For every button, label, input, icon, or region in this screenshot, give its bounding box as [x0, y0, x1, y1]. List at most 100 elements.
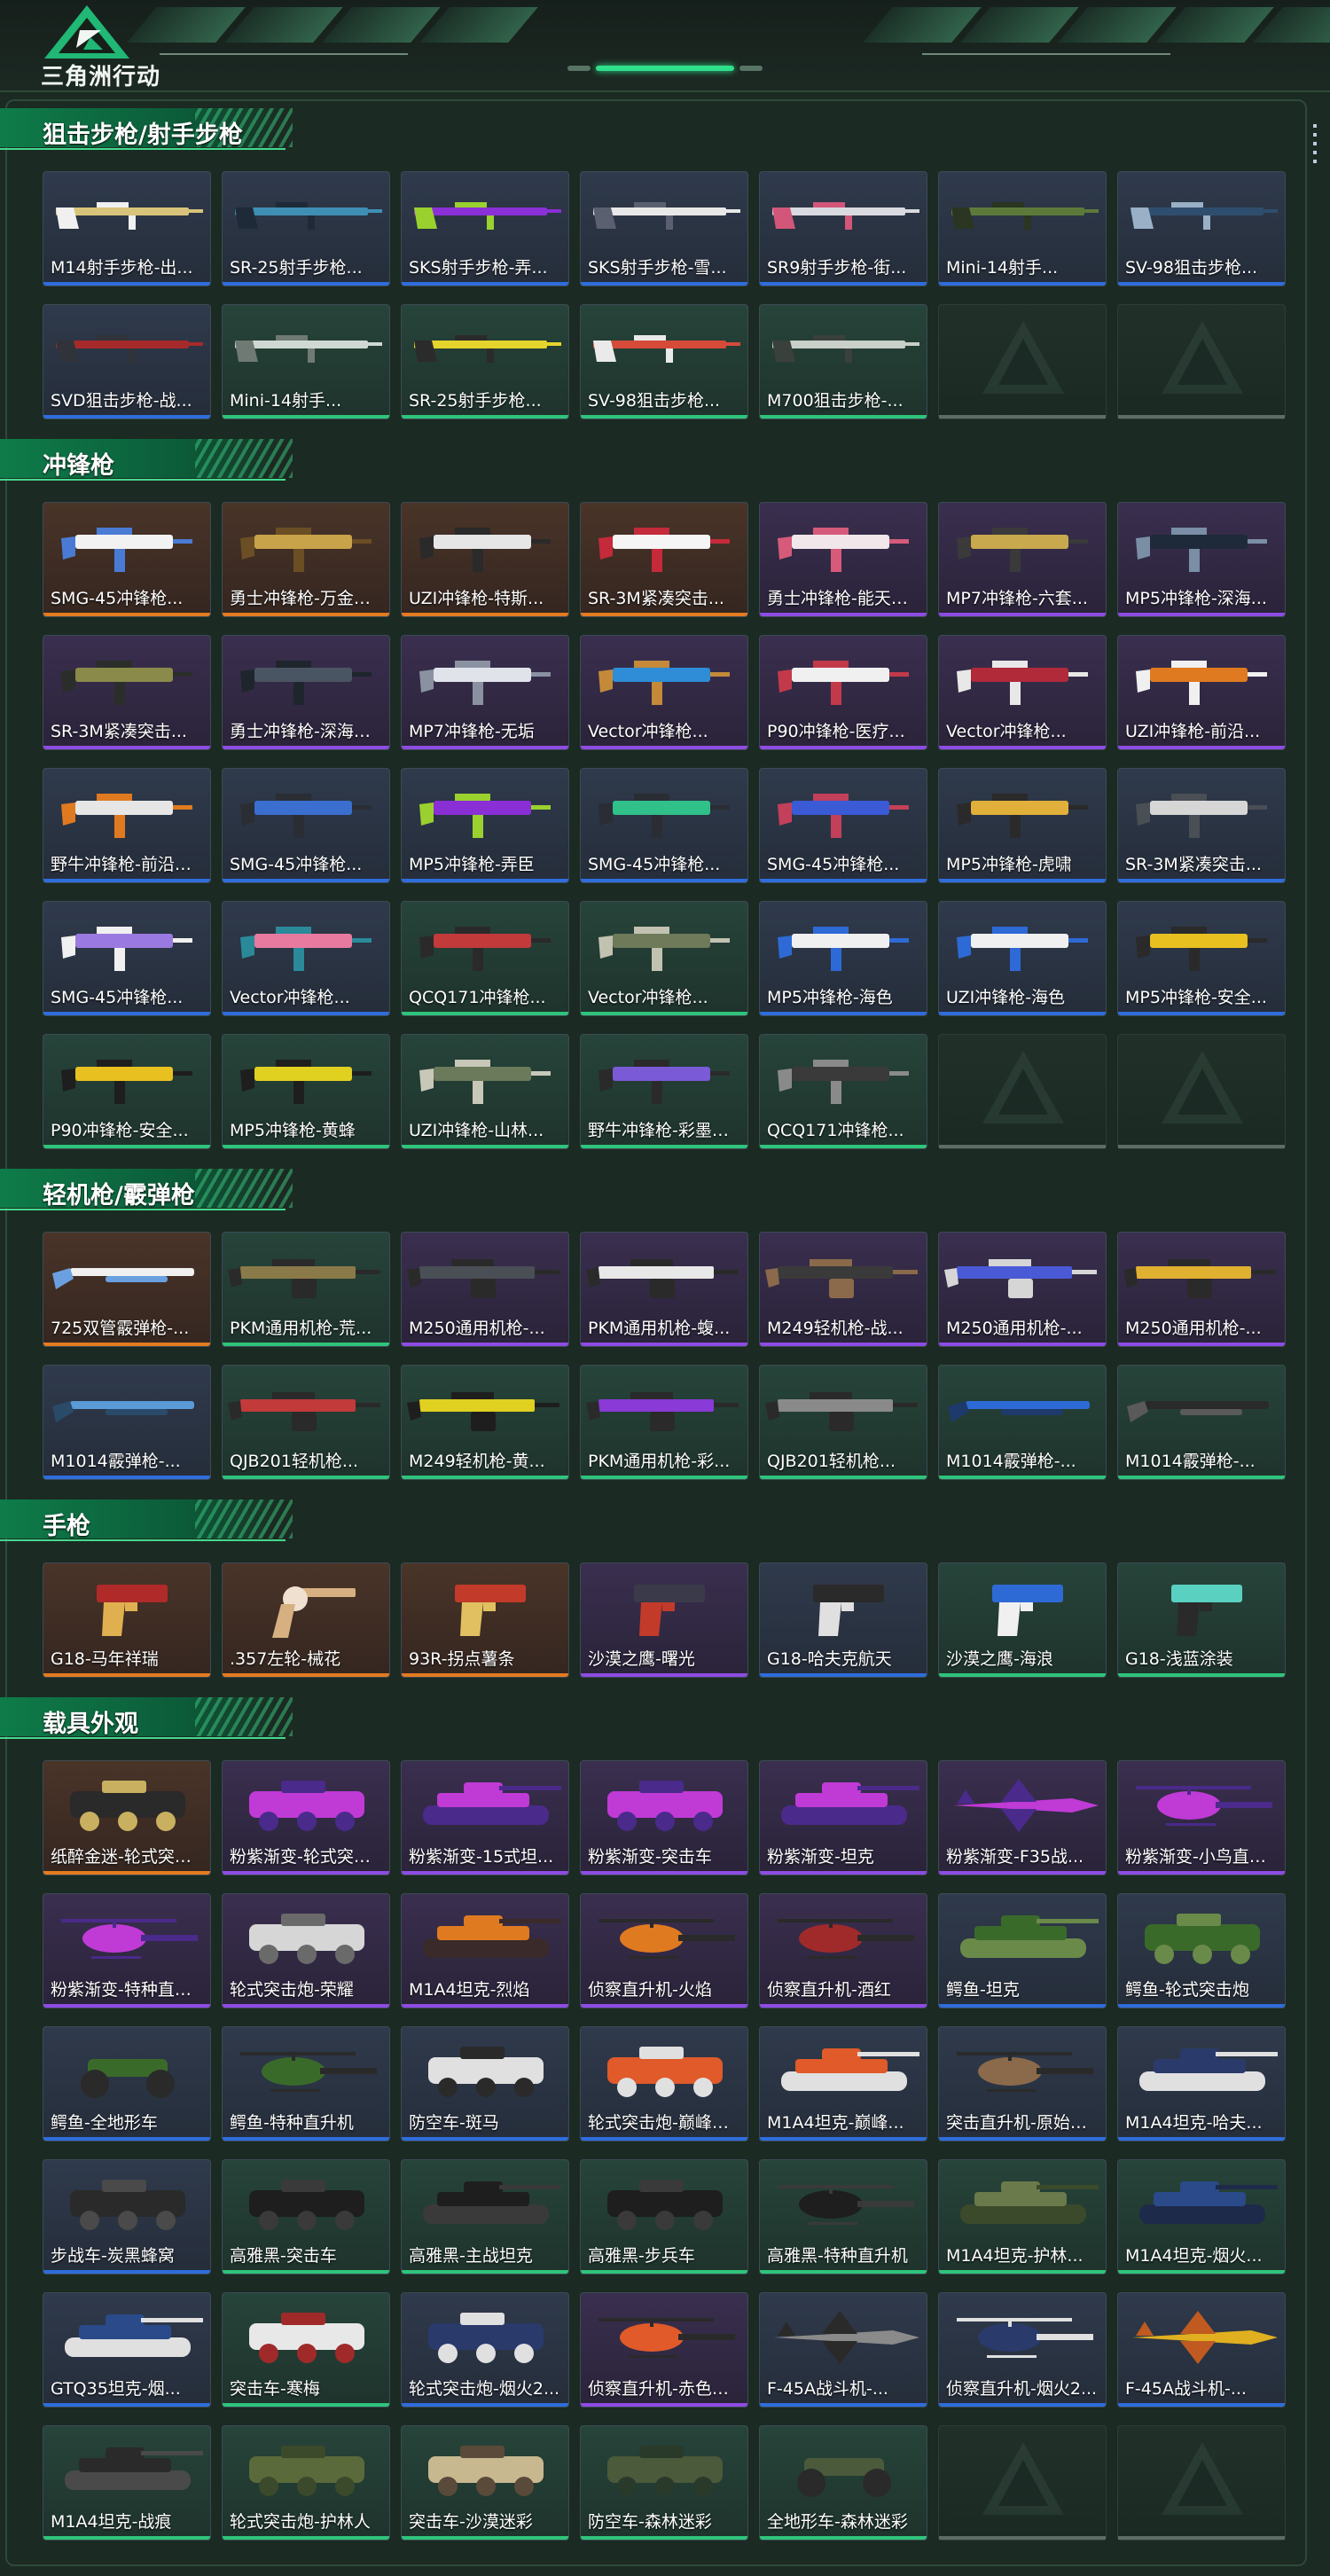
skin-card[interactable]: M1A4坦克-烟火...: [1117, 2159, 1286, 2275]
skin-card[interactable]: MP5冲锋枪-海色: [759, 901, 927, 1016]
skin-card[interactable]: MP7冲锋枪-六套...: [938, 502, 1107, 617]
skin-card[interactable]: M1A4坦克-烈焰: [401, 1893, 569, 2008]
scrollbar-handle[interactable]: [1313, 124, 1317, 163]
skin-card[interactable]: 高雅黑-特种直升机: [759, 2159, 927, 2275]
skin-card[interactable]: PKM通用机枪-彩...: [580, 1365, 748, 1480]
skin-card[interactable]: SR-25射手步枪...: [401, 304, 569, 419]
skin-card[interactable]: UZI冲锋枪-海色: [938, 901, 1107, 1016]
skin-card[interactable]: 侦察直升机-烟火2...: [938, 2292, 1107, 2408]
skin-card[interactable]: SV-98狙击步枪...: [580, 304, 748, 419]
skin-card[interactable]: 突击直升机-原始伪...: [938, 2026, 1107, 2141]
skin-card[interactable]: MP5冲锋枪-深海...: [1117, 502, 1286, 617]
skin-card[interactable]: F-45A战斗机-...: [759, 2292, 927, 2408]
skin-card[interactable]: 粉紫渐变-特种直升...: [43, 1893, 211, 2008]
skin-card[interactable]: QJB201轻机枪...: [222, 1365, 390, 1480]
skin-card[interactable]: M1A4坦克-哈夫...: [1117, 2026, 1286, 2141]
skin-card[interactable]: M250通用机枪-...: [1117, 1232, 1286, 1347]
skin-card[interactable]: 粉紫渐变-坦克: [759, 1760, 927, 1875]
skin-card[interactable]: 侦察直升机-酒红: [759, 1893, 927, 2008]
skin-card[interactable]: 步战车-炭黑蜂窝: [43, 2159, 211, 2275]
skin-card[interactable]: 沙漠之鹰-海浪: [938, 1562, 1107, 1678]
skin-card[interactable]: 高雅黑-突击车: [222, 2159, 390, 2275]
skin-card[interactable]: SKS射手步枪-雪...: [580, 171, 748, 286]
skin-card[interactable]: 防空车-森林迷彩: [580, 2425, 748, 2541]
skin-card[interactable]: M1014霰弹枪-...: [1117, 1365, 1286, 1480]
skin-card[interactable]: 沙漠之鹰-曙光: [580, 1562, 748, 1678]
skin-card[interactable]: 725双管霰弹枪-...: [43, 1232, 211, 1347]
skin-card[interactable]: 鳄鱼-全地形车: [43, 2026, 211, 2141]
skin-card[interactable]: SV-98狙击步枪...: [1117, 171, 1286, 286]
skin-card[interactable]: 粉紫渐变-突击车: [580, 1760, 748, 1875]
skin-card[interactable]: G18-马年祥瑞: [43, 1562, 211, 1678]
skin-card[interactable]: MP7冲锋枪-无垢: [401, 635, 569, 750]
skin-card[interactable]: SMG-45冲锋枪...: [43, 901, 211, 1016]
skin-card[interactable]: 勇士冲锋枪-万金泪...: [222, 502, 390, 617]
skin-card[interactable]: PKM通用机枪-荒...: [222, 1232, 390, 1347]
skin-card[interactable]: 勇士冲锋枪-能天使...: [759, 502, 927, 617]
skin-card[interactable]: .357左轮-械花: [222, 1562, 390, 1678]
skin-card[interactable]: G18-哈夫克航天: [759, 1562, 927, 1678]
skin-card[interactable]: M250通用机枪-...: [401, 1232, 569, 1347]
skin-card[interactable]: MP5冲锋枪-虎啸: [938, 768, 1107, 883]
skin-card[interactable]: M1014霰弹枪-...: [43, 1365, 211, 1480]
skin-card[interactable]: QJB201轻机枪...: [759, 1365, 927, 1480]
skin-card[interactable]: 粉紫渐变-F35战...: [938, 1760, 1107, 1875]
skin-card[interactable]: PKM通用机枪-蝮...: [580, 1232, 748, 1347]
skin-card[interactable]: 纸醉金迷-轮式突击...: [43, 1760, 211, 1875]
skin-card[interactable]: SR-25射手步枪...: [222, 171, 390, 286]
skin-card[interactable]: SKS射手步枪-弄...: [401, 171, 569, 286]
skin-card[interactable]: Mini-14射手...: [938, 171, 1107, 286]
skin-card[interactable]: SMG-45冲锋枪...: [222, 768, 390, 883]
skin-card[interactable]: GTQ35坦克-烟...: [43, 2292, 211, 2408]
skin-card[interactable]: 防空车-斑马: [401, 2026, 569, 2141]
skin-card[interactable]: QCQ171冲锋枪...: [759, 1034, 927, 1149]
skin-card[interactable]: MP5冲锋枪-安全...: [1117, 901, 1286, 1016]
skin-card[interactable]: 突击车-沙漠迷彩: [401, 2425, 569, 2541]
skin-card[interactable]: SR-3M紧凑突击...: [1117, 768, 1286, 883]
skin-card[interactable]: M1A4坦克-战痕: [43, 2425, 211, 2541]
skin-card[interactable]: UZI冲锋枪-特斯...: [401, 502, 569, 617]
skin-card[interactable]: Vector冲锋枪...: [938, 635, 1107, 750]
skin-card[interactable]: SVD狙击步枪-战...: [43, 304, 211, 419]
skin-card[interactable]: 粉紫渐变-15式坦...: [401, 1760, 569, 1875]
skin-card[interactable]: 高雅黑-步兵车: [580, 2159, 748, 2275]
skin-card[interactable]: 轮式突击炮-荣耀: [222, 1893, 390, 2008]
skin-card[interactable]: 鳄鱼-特种直升机: [222, 2026, 390, 2141]
skin-card[interactable]: 侦察直升机-火焰: [580, 1893, 748, 2008]
skin-card[interactable]: SMG-45冲锋枪...: [580, 768, 748, 883]
skin-card[interactable]: M14射手步枪-出...: [43, 171, 211, 286]
skin-card[interactable]: M1A4坦克-巅峰...: [759, 2026, 927, 2141]
skin-card[interactable]: 粉紫渐变-轮式突击...: [222, 1760, 390, 1875]
skin-card[interactable]: Vector冲锋枪...: [580, 901, 748, 1016]
skin-card[interactable]: Vector冲锋枪...: [580, 635, 748, 750]
skin-card[interactable]: Mini-14射手...: [222, 304, 390, 419]
skin-card[interactable]: UZI冲锋枪-山林...: [401, 1034, 569, 1149]
skin-card[interactable]: MP5冲锋枪-弄臣: [401, 768, 569, 883]
skin-card[interactable]: 鳄鱼-坦克: [938, 1893, 1107, 2008]
skin-card[interactable]: P90冲锋枪-安全...: [43, 1034, 211, 1149]
skin-card[interactable]: M249轻机枪-黄...: [401, 1365, 569, 1480]
skin-card[interactable]: 轮式突击炮-烟火2...: [401, 2292, 569, 2408]
skin-card[interactable]: SMG-45冲锋枪...: [43, 502, 211, 617]
skin-card[interactable]: 轮式突击炮-护林人: [222, 2425, 390, 2541]
skin-card[interactable]: 全地形车-森林迷彩: [759, 2425, 927, 2541]
skin-card[interactable]: M249轻机枪-战...: [759, 1232, 927, 1347]
skin-card[interactable]: QCQ171冲锋枪...: [401, 901, 569, 1016]
skin-card[interactable]: UZI冲锋枪-前沿...: [1117, 635, 1286, 750]
skin-card[interactable]: SMG-45冲锋枪...: [759, 768, 927, 883]
skin-card[interactable]: 突击车-寒梅: [222, 2292, 390, 2408]
skin-card[interactable]: M1014霰弹枪-...: [938, 1365, 1107, 1480]
skin-card[interactable]: P90冲锋枪-医疗...: [759, 635, 927, 750]
skin-card[interactable]: 高雅黑-主战坦克: [401, 2159, 569, 2275]
skin-card[interactable]: SR-3M紧凑突击...: [43, 635, 211, 750]
skin-card[interactable]: M700狙击步枪-...: [759, 304, 927, 419]
skin-card[interactable]: SR9射手步枪-街...: [759, 171, 927, 286]
skin-card[interactable]: F-45A战斗机-...: [1117, 2292, 1286, 2408]
skin-card[interactable]: MP5冲锋枪-黄蜂: [222, 1034, 390, 1149]
skin-card[interactable]: Vector冲锋枪...: [222, 901, 390, 1016]
skin-card[interactable]: 93R-拐点薯条: [401, 1562, 569, 1678]
skin-card[interactable]: 野牛冲锋枪-彩墨喷...: [580, 1034, 748, 1149]
skin-card[interactable]: M1A4坦克-护林...: [938, 2159, 1107, 2275]
skin-card[interactable]: G18-浅蓝涂装: [1117, 1562, 1286, 1678]
skin-card[interactable]: SR-3M紧凑突击...: [580, 502, 748, 617]
